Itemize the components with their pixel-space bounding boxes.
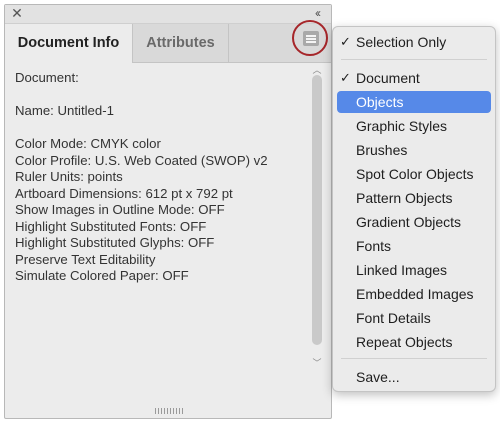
menu-item-label: Graphic Styles bbox=[356, 118, 448, 134]
info-line: Color Profile: U.S. Web Coated (SWOP) v2 bbox=[15, 152, 268, 168]
info-line: Preserve Text Editability bbox=[15, 251, 156, 267]
menu-separator bbox=[341, 358, 487, 359]
menu-item-label: Pattern Objects bbox=[356, 190, 453, 206]
menu-item-save[interactable]: Save... bbox=[337, 366, 491, 388]
menu-item-label: Font Details bbox=[356, 310, 431, 326]
info-line: Ruler Units: points bbox=[15, 169, 123, 184]
menu-item-label: Repeat Objects bbox=[356, 334, 453, 350]
menu-item-label: Spot Color Objects bbox=[356, 166, 474, 182]
info-line: Color Mode: CMYK color bbox=[15, 136, 161, 151]
menu-item-label: Embedded Images bbox=[356, 286, 474, 302]
panel-flyout-menu: ✓ Selection Only ✓ Document Objects Grap… bbox=[332, 26, 496, 392]
info-line: Highlight Substituted Fonts: OFF bbox=[15, 218, 207, 234]
menu-separator bbox=[341, 59, 487, 60]
vertical-scrollbar[interactable]: ︿ ﹀ bbox=[310, 65, 324, 368]
tab-document-info[interactable]: Document Info bbox=[5, 24, 133, 63]
menu-item-label: Fonts bbox=[356, 238, 392, 254]
scroll-up-icon[interactable]: ︿ bbox=[310, 65, 324, 75]
menu-item-label: Save... bbox=[356, 369, 400, 385]
info-line: Simulate Colored Paper: OFF bbox=[15, 268, 189, 283]
scrollbar-thumb[interactable] bbox=[312, 75, 322, 345]
collapse-panel-icon[interactable]: ‹‹ bbox=[309, 6, 325, 21]
document-info-panel: ✕ ‹‹ Document Info Attributes Document: … bbox=[4, 4, 332, 419]
menu-item-gradient-objects[interactable]: Gradient Objects bbox=[337, 211, 491, 233]
menu-item-label: Linked Images bbox=[356, 262, 448, 278]
info-line: Highlight Substituted Glyphs: OFF bbox=[15, 235, 215, 250]
info-line: Artboard Dimensions: 612 pt x 792 pt bbox=[15, 185, 233, 201]
tab-attributes[interactable]: Attributes bbox=[133, 24, 229, 62]
menu-item-spot-color-objects[interactable]: Spot Color Objects bbox=[337, 163, 491, 185]
menu-item-font-details[interactable]: Font Details bbox=[337, 307, 491, 329]
info-line: Name: Untitled-1 bbox=[15, 103, 114, 118]
info-line: Document: bbox=[15, 70, 79, 85]
menu-item-linked-images[interactable]: Linked Images bbox=[337, 259, 491, 281]
info-line: Show Images in Outline Mode: OFF bbox=[15, 202, 225, 217]
menu-item-document[interactable]: ✓ Document bbox=[337, 67, 491, 89]
info-line-spacer bbox=[15, 87, 305, 104]
menu-item-objects[interactable]: Objects bbox=[337, 91, 491, 113]
menu-item-label: Document bbox=[356, 70, 420, 86]
document-info-content: Document: Name: Untitled-1 Color Mode: C… bbox=[15, 70, 305, 285]
panel-tab-row: Document Info Attributes bbox=[5, 24, 331, 63]
menu-item-brushes[interactable]: Brushes bbox=[337, 139, 491, 161]
checkmark-icon: ✓ bbox=[340, 34, 351, 49]
menu-item-label: Objects bbox=[356, 94, 404, 110]
hamburger-menu-icon[interactable] bbox=[303, 31, 319, 46]
menu-item-selection-only[interactable]: ✓ Selection Only bbox=[337, 31, 491, 53]
menu-item-label: Brushes bbox=[356, 142, 408, 158]
stage: ✕ ‹‹ Document Info Attributes Document: … bbox=[0, 0, 500, 423]
menu-button-highlight-ring bbox=[292, 20, 328, 56]
menu-item-fonts[interactable]: Fonts bbox=[337, 235, 491, 257]
resize-grip-icon[interactable] bbox=[155, 408, 183, 414]
menu-item-repeat-objects[interactable]: Repeat Objects bbox=[337, 331, 491, 353]
menu-item-embedded-images[interactable]: Embedded Images bbox=[337, 283, 491, 305]
panel-titlebar[interactable]: ✕ ‹‹ bbox=[5, 5, 331, 24]
menu-item-label: Selection Only bbox=[356, 34, 447, 50]
checkmark-icon: ✓ bbox=[340, 70, 351, 85]
scroll-down-icon[interactable]: ﹀ bbox=[310, 358, 324, 368]
menu-item-graphic-styles[interactable]: Graphic Styles bbox=[337, 115, 491, 137]
menu-item-label: Gradient Objects bbox=[356, 214, 462, 230]
menu-item-pattern-objects[interactable]: Pattern Objects bbox=[337, 187, 491, 209]
info-line-spacer bbox=[15, 120, 305, 137]
close-icon[interactable]: ✕ bbox=[10, 6, 24, 21]
